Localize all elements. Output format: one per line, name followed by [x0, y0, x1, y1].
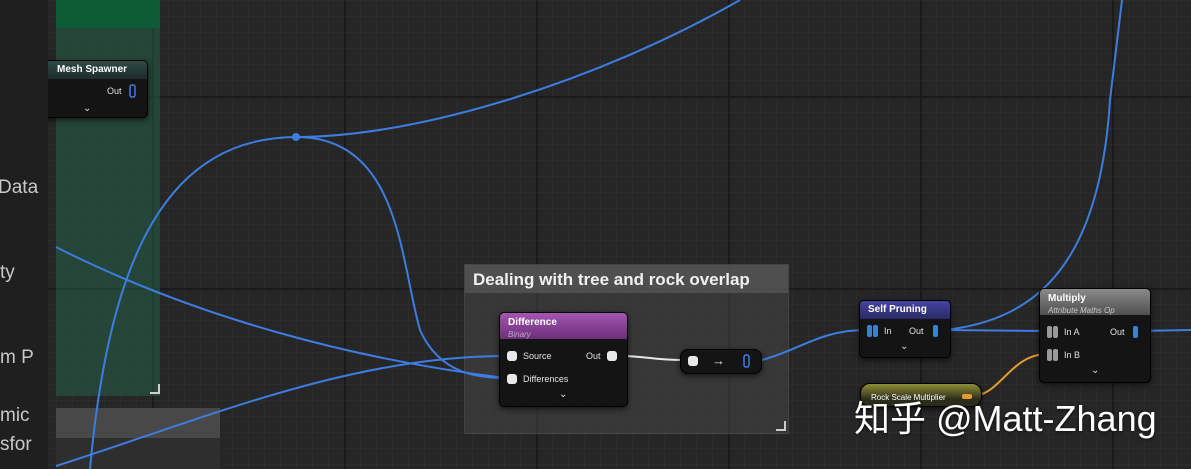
chevron-down-icon[interactable]: ⌄: [83, 103, 91, 114]
wire: [943, 329, 1047, 332]
points-pin-icon[interactable]: [743, 354, 751, 368]
out-pin-label: Out: [909, 326, 924, 336]
in-pin-icon[interactable]: [866, 324, 880, 338]
out-pin-icon[interactable]: [606, 350, 618, 362]
left-sidebar: Data ty m P mic sfor: [0, 0, 48, 469]
wire: [943, 0, 1123, 331]
in-b-pin-label: In B: [1064, 350, 1081, 360]
source-pin-icon[interactable]: [506, 350, 518, 362]
in-a-pin-label: In A: [1064, 327, 1080, 337]
points-pin-icon[interactable]: [932, 324, 940, 338]
sidebar-item[interactable]: mic: [0, 405, 30, 427]
difference-node[interactable]: Difference Binary Source Differences Out…: [499, 312, 628, 407]
difference-header: Difference Binary: [500, 313, 627, 339]
sidebar-item[interactable]: sfor: [0, 434, 32, 456]
source-pin-label: Source: [523, 351, 552, 361]
chevron-down-icon[interactable]: ⌄: [559, 389, 567, 400]
difference-title: Difference: [508, 317, 557, 328]
multiply-subtitle: Attribute Maths Op: [1048, 306, 1115, 315]
input-pin-icon[interactable]: [687, 355, 699, 367]
out-pin-label: Out: [107, 86, 122, 96]
mesh-spawner-header: Mesh Spawner: [45, 61, 147, 79]
wire: [55, 355, 506, 467]
sidebar-item[interactable]: m P: [0, 347, 34, 369]
sidebar-item[interactable]: Data: [0, 177, 38, 199]
out-pin-label: Out: [1110, 327, 1125, 337]
in-a-pin-icon[interactable]: [1046, 325, 1060, 339]
in-b-pin-icon[interactable]: [1046, 348, 1060, 362]
wire: [761, 329, 867, 361]
arrow-right-icon: →: [712, 353, 725, 368]
graph-canvas[interactable]: Dealing with tree and rock overlap Mesh …: [0, 0, 1191, 469]
differences-pin-icon[interactable]: [506, 373, 518, 385]
self-pruning-title: Self Pruning: [868, 304, 927, 315]
mesh-spawner-title: Mesh Spawner: [57, 64, 128, 75]
multiply-title: Multiply: [1048, 293, 1086, 304]
wire: [295, 0, 741, 138]
chevron-down-icon[interactable]: ⌄: [900, 341, 908, 352]
chevron-down-icon[interactable]: ⌄: [1091, 365, 1099, 376]
multiply-node[interactable]: Multiply Attribute Maths Op In A In B Ou…: [1039, 288, 1151, 383]
reroute-dot: [292, 133, 300, 141]
watermark: 知乎 @Matt-Zhang: [854, 398, 1157, 439]
self-pruning-node[interactable]: Self Pruning In Out ⌄: [859, 300, 951, 358]
out-pin-label: Out: [586, 351, 601, 361]
wire: [295, 136, 506, 379]
wire: [55, 246, 506, 379]
points-pin-icon[interactable]: [129, 84, 137, 98]
multiply-header: Multiply Attribute Maths Op: [1040, 289, 1150, 315]
mesh-spawner-node[interactable]: Mesh Spawner Out ⌄: [44, 60, 148, 118]
in-pin-label: In: [884, 326, 892, 336]
difference-subtitle: Binary: [508, 330, 531, 339]
points-pin-icon[interactable]: [1132, 325, 1140, 339]
convert-node[interactable]: →: [680, 349, 762, 374]
self-pruning-header: Self Pruning: [860, 301, 950, 319]
sidebar-item[interactable]: ty: [0, 262, 15, 284]
differences-pin-label: Differences: [523, 374, 569, 384]
